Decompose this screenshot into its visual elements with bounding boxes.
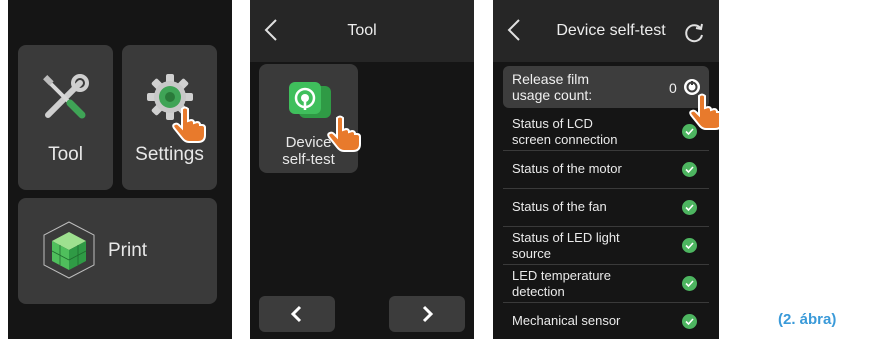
check-icon bbox=[682, 276, 697, 291]
device-test-label-line2: self-test bbox=[282, 151, 335, 168]
check-icon bbox=[682, 238, 697, 253]
item-label-line1: Status of the motor bbox=[512, 161, 622, 176]
item-label-line1: Status of LED light bbox=[512, 230, 620, 245]
chevron-right-icon bbox=[422, 305, 434, 323]
item-label-line2: screen connection bbox=[512, 132, 618, 147]
tool-screen: Tool Device self-test bbox=[250, 0, 474, 339]
hand-pointer-icon bbox=[172, 105, 206, 148]
settings-tile[interactable]: Settings bbox=[122, 45, 217, 190]
release-film-counter: Release film usage count: 0 bbox=[503, 66, 709, 108]
device-test-label-line1: Device bbox=[285, 134, 332, 151]
chevron-left-icon bbox=[290, 305, 302, 323]
counter-value: 0 bbox=[669, 80, 677, 96]
device-test-tile[interactable]: Device self-test bbox=[259, 64, 361, 173]
print-tile[interactable]: Print bbox=[18, 198, 217, 304]
check-icon bbox=[682, 124, 697, 139]
print-cube-icon bbox=[40, 220, 98, 285]
tool-tile[interactable]: Tool bbox=[18, 45, 113, 190]
item-label-line2: source bbox=[512, 246, 552, 261]
tool-header: Tool bbox=[250, 0, 474, 62]
item-label-line1: Mechanical sensor bbox=[512, 313, 621, 328]
next-page-button[interactable] bbox=[389, 296, 465, 332]
counter-label-line2: usage count: bbox=[512, 87, 593, 103]
item-label-line2: detection bbox=[512, 284, 565, 299]
self-test-screen: Device self-test Release film usage coun… bbox=[493, 0, 719, 339]
page-title: Tool bbox=[347, 22, 377, 39]
counter-label-line1: Release film bbox=[512, 71, 590, 87]
check-icon bbox=[682, 314, 697, 329]
item-label-line1: LED temperature bbox=[512, 268, 611, 283]
check-icon bbox=[682, 200, 697, 215]
settings-label: Settings bbox=[135, 144, 204, 165]
check-icon bbox=[682, 162, 697, 177]
figure-caption: (2. ábra) bbox=[778, 311, 837, 328]
tools-icon bbox=[40, 73, 90, 128]
list-item: Mechanical sensor bbox=[503, 302, 709, 339]
prev-page-button[interactable] bbox=[259, 296, 335, 332]
item-label-line1: Status of LCD bbox=[512, 116, 593, 131]
home-screen: Tool Settings Print bbox=[8, 0, 232, 339]
print-label: Print bbox=[108, 240, 148, 261]
list-item: Status of the fan bbox=[503, 188, 709, 227]
self-test-header: Device self-test bbox=[493, 0, 719, 62]
list-item: Status of the motor bbox=[503, 150, 709, 189]
list-item: LED temperature detection bbox=[503, 264, 709, 303]
list-item: Status of LED light source bbox=[503, 226, 709, 265]
list-item: Status of LCD screen connection bbox=[503, 112, 709, 151]
tool-label: Tool bbox=[48, 144, 83, 165]
item-label-line1: Status of the fan bbox=[512, 199, 607, 214]
refresh-icon[interactable] bbox=[683, 22, 705, 49]
